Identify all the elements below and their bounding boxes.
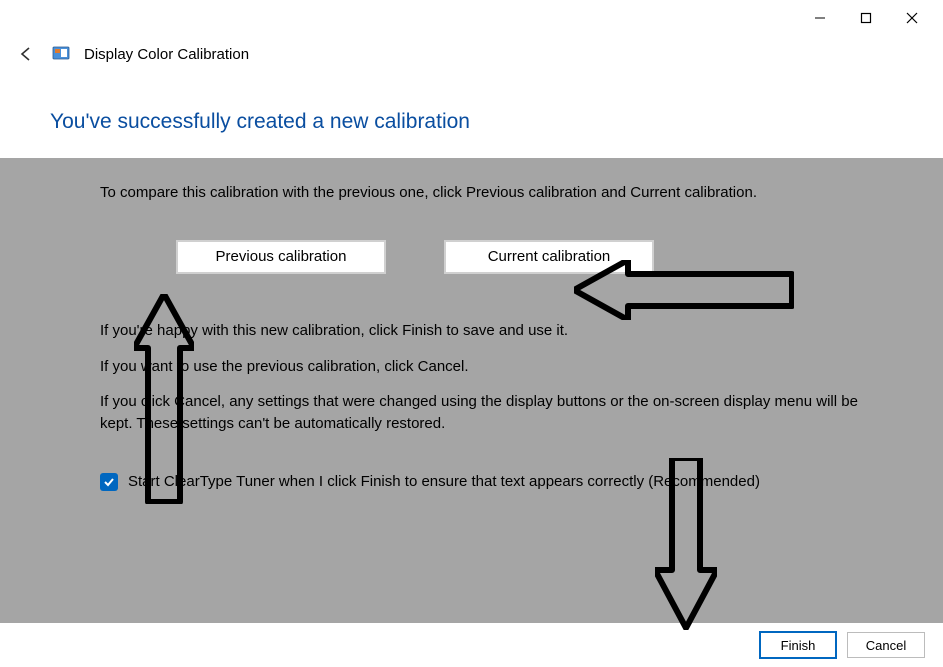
cleartype-checkbox-row: Start ClearType Tuner when I click Finis… (100, 471, 879, 492)
wizard-header: Display Color Calibration (0, 36, 943, 82)
wizard-content: To compare this calibration with the pre… (0, 158, 943, 623)
wizard-footer: Finish Cancel (0, 623, 943, 667)
finish-button[interactable]: Finish (759, 631, 837, 659)
close-button[interactable] (889, 3, 935, 33)
cancel-warning: If you click Cancel, any settings that w… (100, 391, 860, 435)
back-button[interactable] (14, 42, 38, 66)
app-icon (52, 45, 70, 63)
cleartype-checkbox-label[interactable]: Start ClearType Tuner when I click Finis… (128, 471, 760, 492)
cancel-button[interactable]: Cancel (847, 632, 925, 658)
cancel-hint: If you want to use the previous calibrat… (100, 356, 860, 378)
minimize-button[interactable] (797, 3, 843, 33)
maximize-button[interactable] (843, 3, 889, 33)
compare-button-row: Previous calibration Current calibration (176, 240, 879, 274)
finish-hint: If you're happy with this new calibratio… (100, 320, 860, 342)
window-titlebar (0, 0, 943, 36)
intro-text: To compare this calibration with the pre… (100, 182, 860, 204)
cleartype-checkbox[interactable] (100, 473, 118, 491)
previous-calibration-button[interactable]: Previous calibration (176, 240, 386, 274)
page-heading: You've successfully created a new calibr… (0, 82, 943, 158)
app-title: Display Color Calibration (84, 46, 249, 63)
current-calibration-button[interactable]: Current calibration (444, 240, 654, 274)
